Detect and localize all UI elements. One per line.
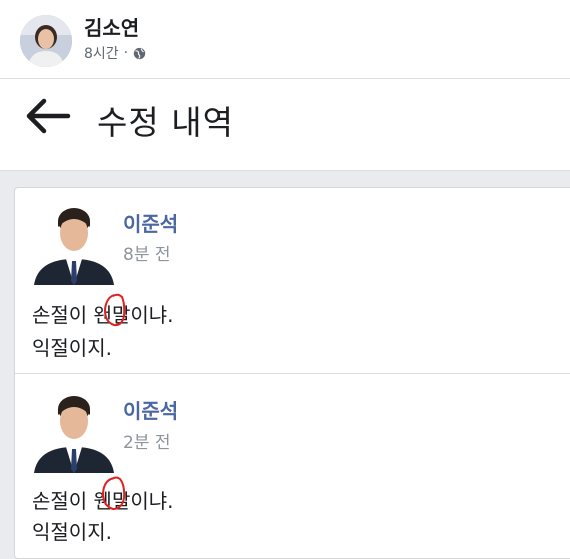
revision-text-line: 익절이지. [32,336,112,360]
back-button[interactable] [24,96,72,136]
post-time[interactable]: 8시간 [84,43,119,63]
post-author-name[interactable]: 김소연 [84,12,139,41]
revision-author[interactable]: 이준석 [123,395,178,424]
edit-history-header [0,79,570,171]
revision-text-line: 손절이 웬말이냐. [32,489,174,513]
globe-icon [133,47,146,59]
revision-text-line: 익절이지. [32,520,112,544]
divider [15,373,570,374]
revision-avatar[interactable] [32,201,116,285]
revision-text-line: 손절이 왠말이냐. [32,303,174,327]
page-title: 수정 내역 [97,103,234,142]
revision-avatar[interactable] [32,389,116,473]
avatar[interactable] [20,15,72,67]
meta-separator: · [123,45,129,61]
revision-time[interactable]: 2분 전 [123,428,171,453]
revision-time[interactable]: 8분 전 [123,240,171,265]
post-meta: 8시간 · [84,43,146,63]
revision-author[interactable]: 이준석 [123,208,178,237]
arrow-left-icon [26,98,71,134]
